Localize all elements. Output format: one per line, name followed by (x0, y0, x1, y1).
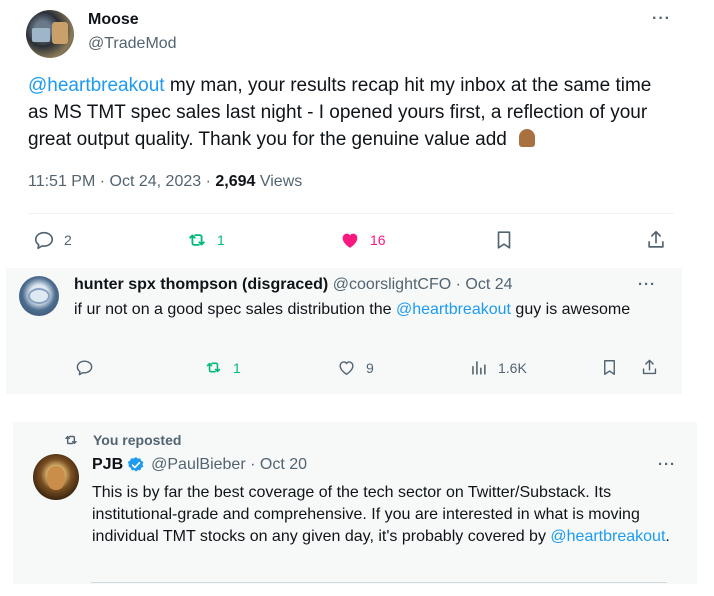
tweet-text: if ur not on a good spec sales distribut… (74, 299, 634, 321)
reply-tweet[interactable]: hunter spx thompson (disgraced) @coorsli… (6, 268, 682, 394)
folded-hands-emoji-icon (515, 127, 539, 149)
repost-count: 1 (233, 359, 241, 376)
tweet-text: This is by far the best coverage of the … (92, 482, 692, 548)
main-tweet: Moose @TradeMod ··· @heartbreakout my ma… (0, 0, 714, 268)
bookmark-icon (604, 360, 615, 375)
like-button[interactable]: 16 (339, 228, 386, 252)
reply-icon (34, 231, 54, 250)
repost-count: 1 (217, 232, 225, 248)
mention-link[interactable]: @heartbreakout (550, 528, 665, 545)
author-handle[interactable]: @TradeMod (88, 35, 177, 53)
share-icon (648, 230, 664, 248)
tweet-text-part: if ur not on a good spec sales distribut… (74, 301, 396, 318)
views-label: Views (255, 173, 303, 190)
repost-icon (206, 362, 221, 373)
mention-link[interactable]: @heartbreakout (28, 75, 165, 96)
tweet-meta: 11:51 PM · Oct 24, 2023 · 2,694 Views (28, 173, 302, 191)
author-name[interactable]: Moose (88, 11, 139, 29)
share-button[interactable] (645, 228, 667, 252)
author-name[interactable]: PJB (92, 456, 123, 474)
like-button[interactable]: 9 (337, 358, 374, 377)
more-options-icon[interactable]: ··· (652, 10, 671, 28)
reposted-tweet[interactable]: You reposted PJB @PaulBieber · Oct 20 ··… (13, 422, 697, 584)
reply-count: 2 (64, 232, 72, 248)
views-count: 2,694 (215, 173, 256, 190)
divider (91, 582, 667, 583)
timestamp[interactable]: 11:51 PM · Oct 24, 2023 · (28, 173, 215, 190)
bookmark-icon (497, 231, 511, 249)
tweet-header: hunter spx thompson (disgraced) @coorsli… (74, 276, 513, 294)
share-button[interactable] (640, 358, 659, 377)
more-options-icon[interactable]: ··· (638, 276, 656, 293)
repost-context: You reposted (63, 432, 181, 448)
heart-icon (339, 361, 354, 375)
repost-button[interactable]: 1 (186, 228, 225, 252)
avatar[interactable] (19, 276, 59, 316)
heart-filled-icon (342, 233, 358, 248)
repost-button[interactable]: 1 (204, 358, 241, 377)
author-handle[interactable]: @coorslightCFO (333, 276, 452, 293)
author-name[interactable]: hunter spx thompson (disgraced) (74, 276, 328, 293)
tweet-header: PJB @PaulBieber · Oct 20 (92, 456, 307, 474)
reply-button[interactable]: 2 (33, 228, 72, 252)
tweet-date[interactable]: · Oct 24 (456, 276, 513, 293)
views-count: 1.6K (498, 359, 527, 376)
bookmark-button[interactable] (600, 358, 619, 377)
repost-icon (65, 435, 77, 445)
verified-badge-icon (128, 457, 144, 472)
avatar[interactable] (33, 454, 79, 500)
mention-link[interactable]: @heartbreakout (396, 301, 511, 318)
repost-label: You reposted (93, 432, 182, 448)
tweet-date[interactable]: · Oct 20 (250, 456, 307, 474)
author-handle[interactable]: @PaulBieber (151, 456, 246, 474)
like-count: 16 (370, 232, 386, 248)
reply-button[interactable] (75, 358, 94, 377)
tweet-text-part: guy is awesome (510, 301, 631, 318)
like-count: 9 (366, 359, 374, 376)
reply-icon (76, 360, 93, 376)
divider (28, 213, 674, 214)
tweet-text-part: . (665, 528, 670, 545)
repost-icon (189, 234, 205, 246)
more-options-icon[interactable]: ··· (658, 456, 676, 473)
views-button[interactable]: 1.6K (469, 358, 527, 377)
bookmark-button[interactable] (493, 228, 515, 252)
tweet-text: @heartbreakout my man, your results reca… (28, 72, 658, 153)
avatar[interactable] (26, 10, 74, 58)
share-icon (642, 359, 657, 375)
analytics-icon (472, 361, 486, 375)
